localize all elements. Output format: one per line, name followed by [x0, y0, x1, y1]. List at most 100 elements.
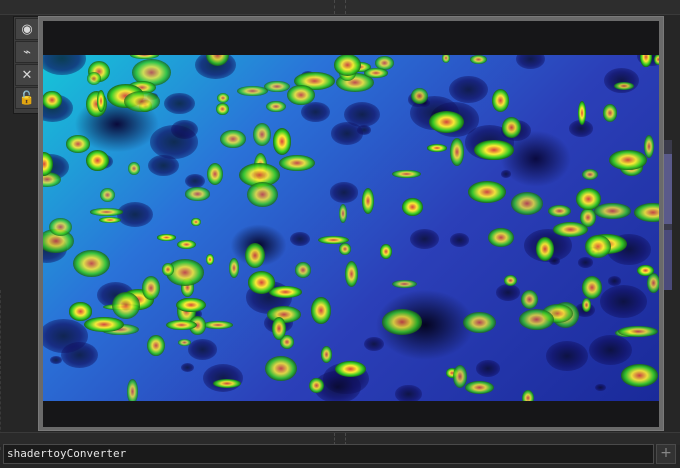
dark-void — [188, 339, 218, 360]
dark-void — [448, 75, 489, 104]
dark-void — [600, 285, 648, 319]
top-drag-handle[interactable] — [334, 0, 346, 14]
noise-blob — [287, 84, 315, 105]
noise-blob — [522, 389, 534, 401]
dark-void — [181, 362, 195, 372]
noise-blob — [111, 291, 140, 320]
noise-blob — [379, 243, 392, 259]
noise-blob — [634, 203, 659, 223]
noise-blob — [245, 243, 265, 269]
noise-blob — [127, 162, 140, 176]
noise-blob — [309, 378, 324, 394]
noise-blob — [265, 100, 287, 113]
node-name-field[interactable]: shadertoyConverter — [3, 444, 654, 464]
noise-blob — [294, 262, 312, 279]
noise-blob — [86, 72, 102, 85]
noise-blob — [247, 271, 276, 294]
noise-blob — [99, 217, 122, 224]
noise-blob — [184, 187, 211, 201]
noise-blob — [311, 297, 331, 324]
noise-blob — [449, 138, 464, 166]
noise-blob — [142, 276, 161, 300]
noise-blob — [177, 338, 192, 346]
noise-blob — [123, 90, 160, 112]
viewer-canvas[interactable] — [43, 21, 659, 427]
noise-blob — [65, 134, 91, 153]
noise-blob — [68, 302, 93, 321]
noise-blob — [212, 378, 242, 388]
dark-void — [516, 55, 546, 70]
noise-blob — [146, 334, 165, 357]
lock-icon[interactable]: 🔓 — [15, 87, 39, 109]
noise-blob — [279, 155, 315, 172]
noise-blob — [272, 128, 292, 155]
noise-blob — [492, 89, 510, 113]
scrollbar-thumb-secondary[interactable] — [664, 230, 672, 290]
dark-void — [577, 257, 594, 269]
noise-blob — [577, 100, 586, 126]
dark-void — [549, 257, 561, 266]
noise-blob — [216, 102, 230, 116]
dark-void — [116, 201, 153, 228]
dark-void — [394, 384, 422, 401]
dark-void — [608, 276, 622, 286]
dark-void — [43, 55, 86, 75]
noise-blob — [247, 182, 278, 208]
noise-blob — [265, 355, 297, 381]
noise-blob — [220, 129, 247, 149]
noise-blob — [511, 191, 544, 215]
top-divider-bar[interactable] — [0, 0, 680, 15]
add-icon[interactable]: + — [656, 444, 676, 464]
noise-blob — [618, 325, 658, 337]
noise-blob — [345, 260, 359, 287]
noise-blob — [501, 116, 522, 138]
dark-void — [184, 173, 205, 188]
noise-blob — [487, 227, 514, 248]
noise-blob — [402, 198, 424, 217]
vertical-scrollbar[interactable] — [664, 140, 672, 290]
dark-void — [409, 228, 440, 250]
noise-blob — [205, 253, 214, 265]
lock-glyph: 🔓 — [18, 90, 36, 106]
noise-blob — [473, 140, 514, 161]
noise-blob — [165, 319, 198, 331]
noise-blob — [339, 243, 352, 255]
link-icon[interactable]: ⌁ — [15, 41, 39, 63]
noise-blob — [268, 286, 302, 299]
noise-blob — [89, 208, 124, 216]
noise-blob — [468, 181, 506, 204]
link-glyph: ⌁ — [23, 44, 31, 60]
noise-blob — [643, 134, 654, 159]
noise-blob — [581, 168, 599, 180]
noise-blob — [535, 237, 554, 262]
noise-blob — [156, 234, 176, 241]
connection-wire — [0, 290, 41, 450]
dark-void — [329, 182, 359, 203]
network-editor-pane: ◉ ⌁ ✕ 🔓 shadertoyConverter + — [0, 0, 680, 468]
dark-void — [545, 341, 588, 371]
noise-blob — [73, 250, 110, 278]
viewer-toolbar: ◉ ⌁ ✕ 🔓 — [13, 16, 41, 114]
noise-blob — [203, 321, 234, 330]
noise-blob — [470, 55, 487, 64]
noise-blob — [441, 55, 451, 63]
noise-blob — [99, 187, 116, 203]
dark-void — [289, 232, 310, 247]
noise-blob — [43, 91, 62, 109]
noise-blob — [84, 317, 124, 332]
noise-blob — [593, 202, 632, 219]
close-icon[interactable]: ✕ — [15, 64, 39, 86]
noise-blob — [465, 381, 495, 395]
noise-blob — [228, 258, 239, 278]
noise-blob — [620, 364, 659, 387]
noise-blob — [585, 235, 611, 259]
dark-void — [330, 122, 363, 145]
dark-void — [495, 283, 520, 301]
node-viewer[interactable] — [38, 16, 664, 431]
scrollbar-thumb[interactable] — [664, 154, 672, 224]
target-glyph: ◉ — [21, 21, 33, 37]
target-icon[interactable]: ◉ — [15, 18, 39, 40]
noise-blob — [381, 308, 423, 335]
noise-blob — [548, 205, 571, 217]
dark-void — [449, 233, 470, 247]
